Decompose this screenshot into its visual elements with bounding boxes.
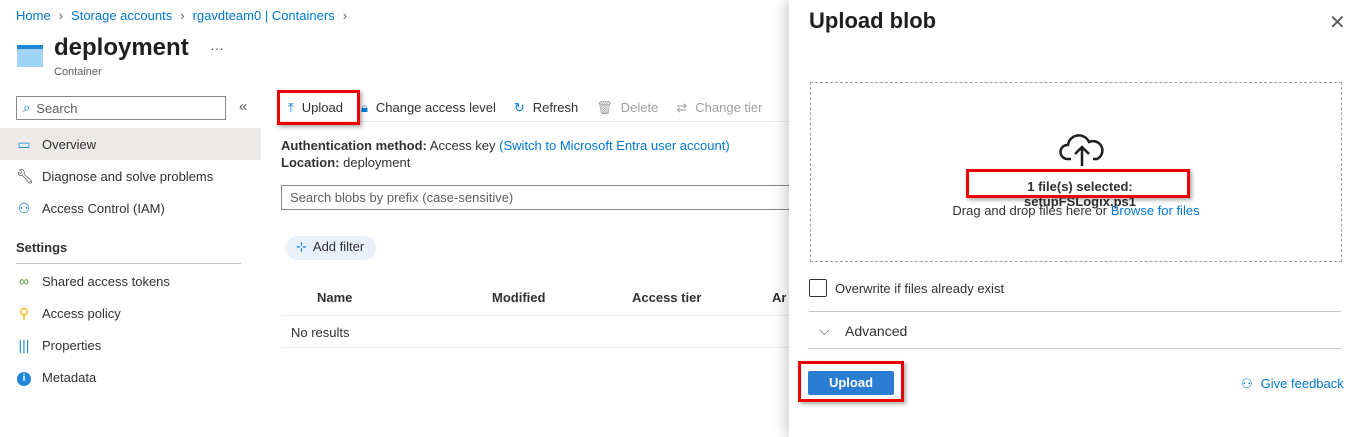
highlight-box (798, 361, 904, 402)
upload-blob-panel: Upload blob ✕ 1 file(s) selected: setupF… (789, 0, 1367, 437)
divider (281, 347, 791, 348)
chevron-right-icon: › (58, 8, 64, 23)
sidebar-item-access-policy[interactable]: ⚲ Access policy (0, 297, 261, 329)
filter-icon: ⊹ (296, 239, 307, 254)
breadcrumb-containers[interactable]: rgavdteam0 | Containers (193, 8, 335, 23)
container-icon: ▭ (17, 135, 31, 152)
column-archive[interactable]: Ar (772, 290, 786, 305)
auth-label: Authentication method: (281, 138, 427, 153)
page-subtitle: Container (54, 66, 102, 78)
drag-drop-text: Drag and drop files here or Browse for f… (811, 203, 1341, 218)
people-icon: ⚇ (17, 199, 31, 216)
add-filter-button[interactable]: ⊹ Add filter (286, 236, 377, 260)
settings-heading: Settings (16, 240, 68, 255)
trash-icon: 🗑︎ (596, 99, 613, 115)
sidebar-item-properties[interactable]: ||| Properties (0, 329, 261, 361)
sidebar-item-diagnose[interactable]: 🔧︎ Diagnose and solve problems (0, 160, 261, 192)
search-placeholder: Search (36, 100, 78, 116)
overwrite-checkbox[interactable] (809, 279, 827, 297)
change-access-label: Change access level (375, 100, 496, 115)
switch-auth-link[interactable]: (Switch to Microsoft Entra user account) (499, 138, 729, 153)
more-button[interactable]: ··· (210, 40, 224, 56)
highlight-box (277, 90, 360, 125)
chevron-right-icon: › (342, 8, 348, 23)
auth-value: Access key (429, 138, 496, 153)
breadcrumb-storage-accounts[interactable]: Storage accounts (71, 8, 172, 23)
refresh-label: Refresh (532, 100, 579, 115)
swap-icon: ⇄ (676, 99, 688, 115)
sidebar-item-shared-access-tokens[interactable]: ∞ Shared access tokens (0, 265, 261, 297)
sidebar-item-label: Access policy (42, 305, 121, 321)
add-filter-label: Add filter (312, 239, 365, 254)
collapse-sidebar-button[interactable]: « (239, 98, 247, 115)
change-tier-label: Change tier (695, 100, 763, 115)
change-tier-button[interactable]: ⇄ Change tier (676, 100, 762, 116)
delete-button[interactable]: 🗑︎ Delete (596, 100, 658, 116)
breadcrumb: Home › Storage accounts › rgavdteam0 | Con… (16, 8, 347, 23)
location-value: deployment (343, 155, 411, 170)
feedback-label: Give feedback (1260, 376, 1344, 391)
advanced-toggle[interactable]: Advanced (845, 323, 907, 339)
overwrite-label: Overwrite if files already exist (835, 281, 1005, 296)
column-modified[interactable]: Modified (492, 290, 545, 305)
sidebar-item-label: Access Control (IAM) (42, 200, 165, 216)
delete-label: Delete (620, 100, 659, 115)
refresh-button[interactable]: ↻ Refresh (514, 100, 578, 116)
blob-search-input[interactable]: Search blobs by prefix (case-sensitive) (281, 185, 801, 210)
lock-icon: 🔒︎ (360, 99, 368, 115)
divider (809, 311, 1341, 312)
column-access-tier[interactable]: Access tier (632, 290, 701, 305)
drag-label: Drag and drop files here (952, 203, 1092, 218)
container-icon (17, 45, 43, 67)
page-title: deployment (54, 34, 189, 61)
change-access-level-button[interactable]: 🔒︎ Change access level (361, 100, 496, 116)
cloud-upload-icon (1059, 131, 1105, 170)
breadcrumb-home[interactable]: Home (16, 8, 51, 23)
location-label: Location: (281, 155, 340, 170)
sidebar-item-label: Diagnose and solve problems (42, 168, 214, 184)
auth-method: Authentication method: Access key (Switc… (281, 138, 730, 153)
search-icon: ⌕ (23, 100, 31, 115)
column-name[interactable]: Name (317, 290, 352, 305)
divider (16, 263, 241, 264)
wrench-icon: 🔧︎ (16, 167, 34, 184)
sidebar-search-input[interactable]: ⌕ Search (16, 96, 226, 120)
refresh-icon: ↻ (513, 99, 525, 115)
browse-files-link[interactable]: Browse for files (1111, 203, 1200, 218)
key-icon: ⚲ (18, 304, 30, 321)
link-icon: ∞ (19, 273, 29, 289)
give-feedback-link[interactable]: ⚇ Give feedback (1241, 376, 1344, 392)
panel-title: Upload blob (809, 8, 937, 33)
feedback-icon: ⚇ (1241, 376, 1253, 391)
divider (809, 348, 1341, 349)
divider (281, 315, 791, 316)
chevron-down-icon[interactable]: ⌵ (819, 322, 830, 339)
close-icon[interactable]: ✕ (1329, 10, 1346, 35)
chevron-right-icon: › (180, 8, 185, 23)
sidebar-item-iam[interactable]: ⚇ Access Control (IAM) (0, 192, 261, 224)
properties-icon: ||| (18, 337, 30, 353)
no-results-text: No results (291, 325, 350, 340)
sidebar-item-label: Overview (42, 136, 97, 152)
sidebar-item-label: Metadata (42, 369, 97, 385)
info-icon: i (16, 368, 32, 386)
or-label: or (1095, 203, 1108, 218)
location: Location: deployment (281, 155, 410, 170)
sidebar-item-overview[interactable]: ▭ Overview (0, 128, 261, 160)
sidebar-item-label: Properties (42, 337, 102, 353)
sidebar-item-label: Shared access tokens (42, 273, 170, 289)
highlight-box (966, 169, 1190, 198)
sidebar-item-metadata[interactable]: i Metadata (0, 361, 261, 393)
